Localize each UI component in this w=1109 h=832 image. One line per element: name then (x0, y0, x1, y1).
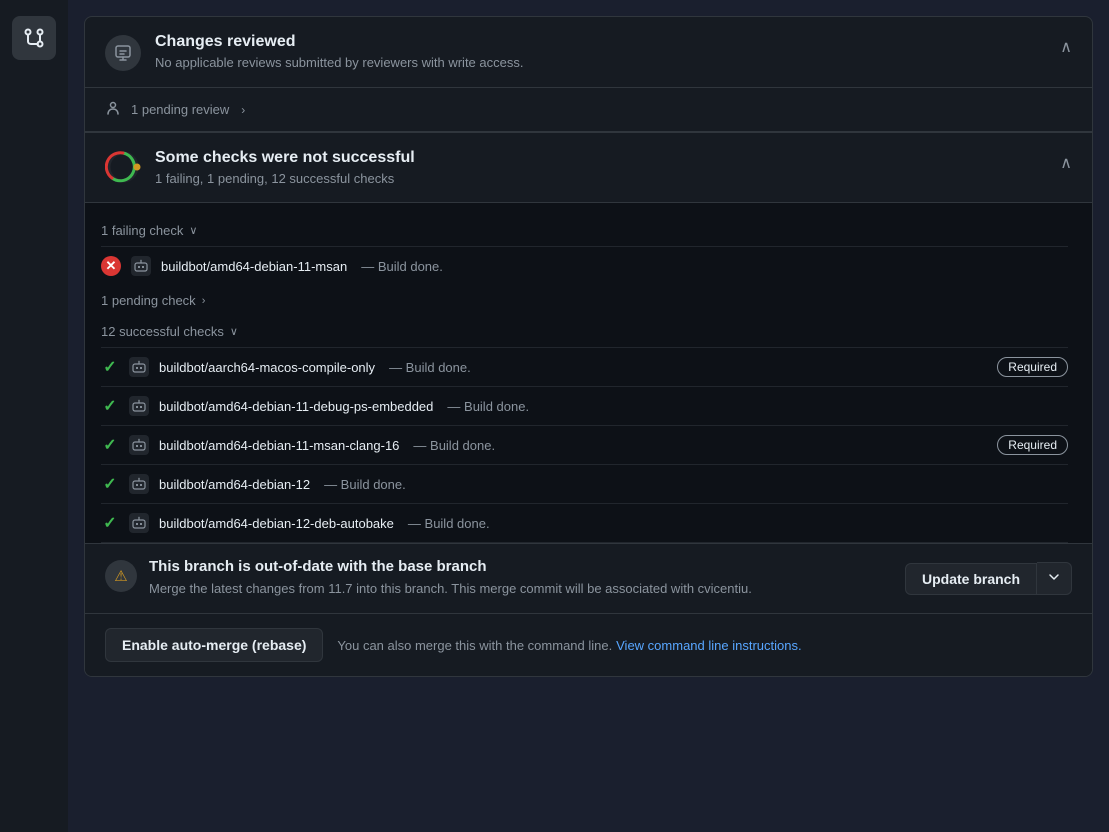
update-branch-dropdown-button[interactable] (1037, 562, 1072, 595)
successful-check-status-2: — Build done. (413, 438, 495, 453)
review-icon (113, 43, 133, 63)
changes-reviewed-left: Changes reviewed No applicable reviews s… (105, 33, 523, 71)
pending-review-chevron: › (241, 103, 245, 117)
failing-check-status-0: — Build done. (361, 259, 443, 274)
pending-checks-label: 1 pending check (101, 293, 196, 308)
failing-check-item-0: ✕ buildbot/amd64-debian-11-msan — B (101, 246, 1068, 285)
person-svg-icon (105, 100, 121, 116)
successful-check-item-1: ✓ buildbot/amd64-debian-11-debug-ps-embe… (101, 386, 1068, 425)
successful-check-name-1: buildbot/amd64-debian-11-debug-ps-embedd… (159, 399, 433, 414)
outofdate-banner: ⚠ This branch is out-of-date with the ba… (85, 543, 1092, 613)
check-bot-icon-2 (129, 435, 149, 455)
outofdate-text: This branch is out-of-date with the base… (149, 558, 752, 599)
successful-check-name-3: buildbot/amd64-debian-12 (159, 477, 310, 492)
checks-section-text: Some checks were not successful 1 failin… (155, 149, 415, 186)
successful-check-status-4: — Build done. (408, 516, 490, 531)
failing-check-name-0: buildbot/amd64-debian-11-msan (161, 259, 347, 274)
success-icon-1: ✓ (101, 397, 119, 415)
successful-check-status-1: — Build done. (447, 399, 529, 414)
successful-checks-chevron: ∨ (230, 325, 238, 338)
changes-reviewed-section: Changes reviewed No applicable reviews s… (85, 17, 1092, 87)
successful-check-status-0: — Build done. (389, 360, 471, 375)
checks-section-title: Some checks were not successful (155, 149, 415, 167)
outofdate-desc: Merge the latest changes from 11.7 into … (149, 579, 752, 599)
warning-icon-wrap: ⚠ (105, 560, 137, 592)
pending-review-text: 1 pending review (131, 102, 229, 117)
automerge-footer: Enable auto-merge (rebase) You can also … (85, 613, 1092, 676)
automerge-text-wrap: You can also merge this with the command… (337, 637, 801, 653)
bot-icon-2 (132, 438, 146, 452)
warning-icon: ⚠ (114, 567, 127, 585)
successful-check-name-2: buildbot/amd64-debian-11-msan-clang-16 (159, 438, 399, 453)
chevron-down-icon (1047, 570, 1061, 584)
changes-reviewed-icon-wrap (105, 35, 141, 71)
bot-icon-1 (132, 399, 146, 413)
checks-list-area: 1 failing check ∨ ✕ (85, 202, 1092, 543)
failing-checks-header[interactable]: 1 failing check ∨ (101, 215, 1068, 246)
successful-check-status-3: — Build done. (324, 477, 406, 492)
required-badge-0: Required (997, 357, 1068, 377)
git-merge-icon (22, 26, 46, 50)
checks-section-subtitle: 1 failing, 1 pending, 12 successful chec… (155, 171, 415, 186)
bot-icon (134, 259, 148, 273)
successful-check-name-4: buildbot/amd64-debian-12-deb-autobake (159, 516, 394, 531)
checks-list-scroll[interactable]: 1 failing check ∨ ✕ (85, 203, 1092, 543)
update-branch-wrap: Update branch (905, 562, 1072, 595)
error-icon: ✕ (101, 256, 121, 276)
bot-icon-4 (132, 516, 146, 530)
changes-reviewed-collapse[interactable]: ∧ (1060, 37, 1072, 57)
sidebar (0, 0, 68, 832)
successful-check-item-3: ✓ buildbot/amd64-debian-12 — Build (101, 464, 1068, 503)
sidebar-logo[interactable] (12, 16, 56, 60)
successful-check-item-4: ✓ buildbot/amd64-debian-12-deb-autobake (101, 503, 1068, 543)
failing-checks-label: 1 failing check (101, 223, 183, 238)
checks-section-left: Some checks were not successful 1 failin… (105, 149, 415, 186)
check-bot-icon-1 (129, 396, 149, 416)
checks-section: Some checks were not successful 1 failin… (85, 132, 1092, 202)
successful-check-item-2: ✓ buildbot/amd64-debian-11-msan-clang-16 (101, 425, 1068, 464)
update-branch-button[interactable]: Update branch (905, 563, 1037, 595)
pending-checks-header[interactable]: 1 pending check › (101, 285, 1068, 316)
checks-status-icon (105, 149, 141, 185)
check-bot-icon-3 (129, 474, 149, 494)
automerge-text: You can also merge this with the command… (337, 638, 612, 653)
check-bot-icon-4 (129, 513, 149, 533)
checks-list-inner: 1 failing check ∨ ✕ (85, 203, 1084, 543)
main-content: Changes reviewed No applicable reviews s… (68, 0, 1109, 832)
success-icon-3: ✓ (101, 475, 119, 493)
success-icon-0: ✓ (101, 358, 119, 376)
changes-reviewed-text: Changes reviewed No applicable reviews s… (155, 33, 523, 70)
enable-automerge-button[interactable]: Enable auto-merge (rebase) (105, 628, 323, 662)
successful-checks-label: 12 successful checks (101, 324, 224, 339)
pr-status-card: Changes reviewed No applicable reviews s… (84, 16, 1093, 677)
outofdate-left: ⚠ This branch is out-of-date with the ba… (105, 558, 752, 599)
successful-check-item-0: ✓ buildbot/aarch64-macos-compile-only (101, 347, 1068, 386)
bot-icon-3 (132, 477, 146, 491)
outofdate-title: This branch is out-of-date with the base… (149, 558, 752, 575)
person-icon (105, 100, 121, 119)
pending-review-row[interactable]: 1 pending review › (85, 87, 1092, 132)
check-bot-icon-0 (129, 357, 149, 377)
success-icon-2: ✓ (101, 436, 119, 454)
successful-checks-header[interactable]: 12 successful checks ∨ (101, 316, 1068, 347)
command-line-instructions-link[interactable]: View command line instructions. (616, 638, 801, 653)
check-bot-icon-fail (131, 256, 151, 276)
checks-section-collapse[interactable]: ∧ (1060, 153, 1072, 173)
pending-checks-chevron: › (202, 295, 206, 307)
success-icon-4: ✓ (101, 514, 119, 532)
changes-reviewed-subtitle: No applicable reviews submitted by revie… (155, 55, 523, 70)
changes-reviewed-title: Changes reviewed (155, 33, 523, 51)
checks-icon-wrap (105, 149, 141, 185)
failing-checks-chevron: ∨ (189, 224, 197, 237)
successful-check-name-0: buildbot/aarch64-macos-compile-only (159, 360, 375, 375)
bot-icon-0 (132, 360, 146, 374)
required-badge-2: Required (997, 435, 1068, 455)
